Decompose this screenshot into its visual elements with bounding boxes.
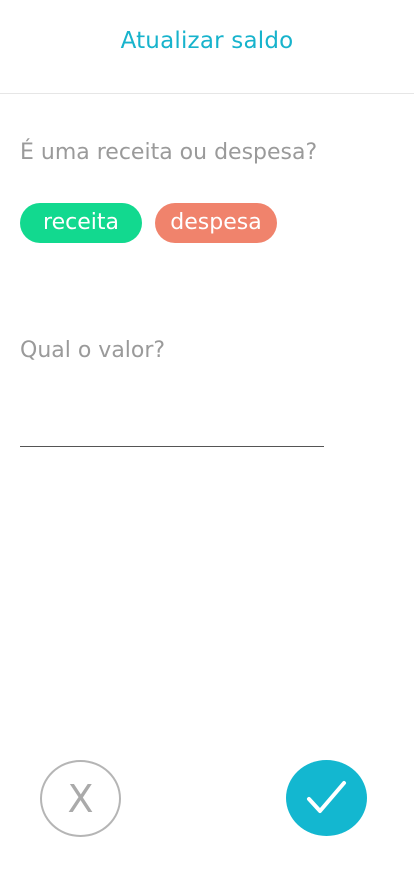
expense-option-button[interactable]: despesa — [155, 203, 277, 243]
value-question-label: Qual o valor? — [20, 338, 166, 363]
value-input[interactable] — [20, 404, 324, 447]
confirm-button[interactable] — [286, 760, 367, 836]
check-icon — [307, 781, 346, 813]
page-title: Atualizar saldo — [120, 28, 294, 54]
update-balance-screen: Atualizar saldo É uma receita ou despesa… — [0, 0, 414, 896]
cancel-button[interactable]: X — [40, 760, 121, 837]
type-question-label: É uma receita ou despesa? — [20, 140, 318, 165]
header: Atualizar saldo — [0, 0, 414, 94]
income-option-button[interactable]: receita — [20, 203, 142, 243]
close-icon: X — [67, 777, 94, 821]
